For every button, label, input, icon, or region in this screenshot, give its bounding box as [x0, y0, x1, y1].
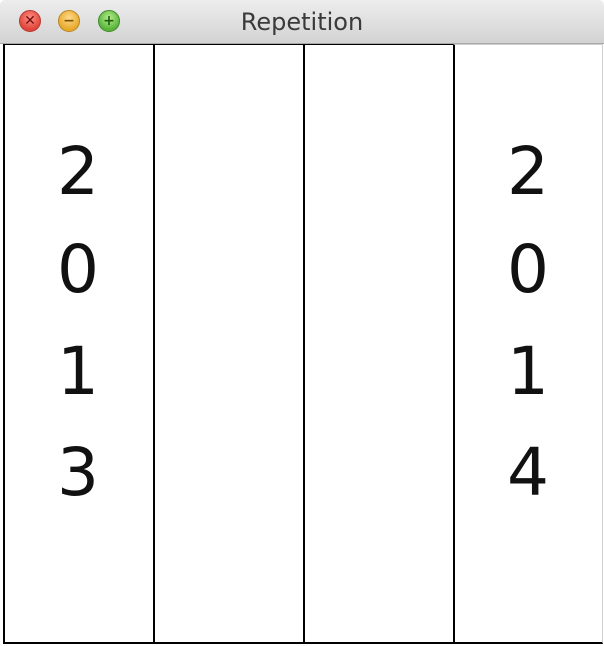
- digit: 4: [507, 434, 549, 511]
- digit: 3: [57, 434, 99, 511]
- column-1: 2 0 1 3: [3, 44, 153, 644]
- digit: 0: [57, 231, 99, 308]
- digit: 1: [57, 333, 99, 410]
- digit: 0: [507, 231, 549, 308]
- app-window: ✕ − + Repetition 2 0 1 3 2 0 1 4: [0, 0, 604, 646]
- title-bar[interactable]: ✕ − + Repetition: [0, 0, 604, 44]
- window-title: Repetition: [240, 8, 364, 36]
- digit: 1: [507, 333, 549, 410]
- column-2: [153, 44, 303, 644]
- column-4: 2 0 1 4: [453, 44, 603, 644]
- column-3: [303, 44, 453, 644]
- digit: 2: [57, 133, 99, 210]
- digit: 2: [507, 133, 549, 210]
- content-area: 2 0 1 3 2 0 1 4: [3, 44, 603, 646]
